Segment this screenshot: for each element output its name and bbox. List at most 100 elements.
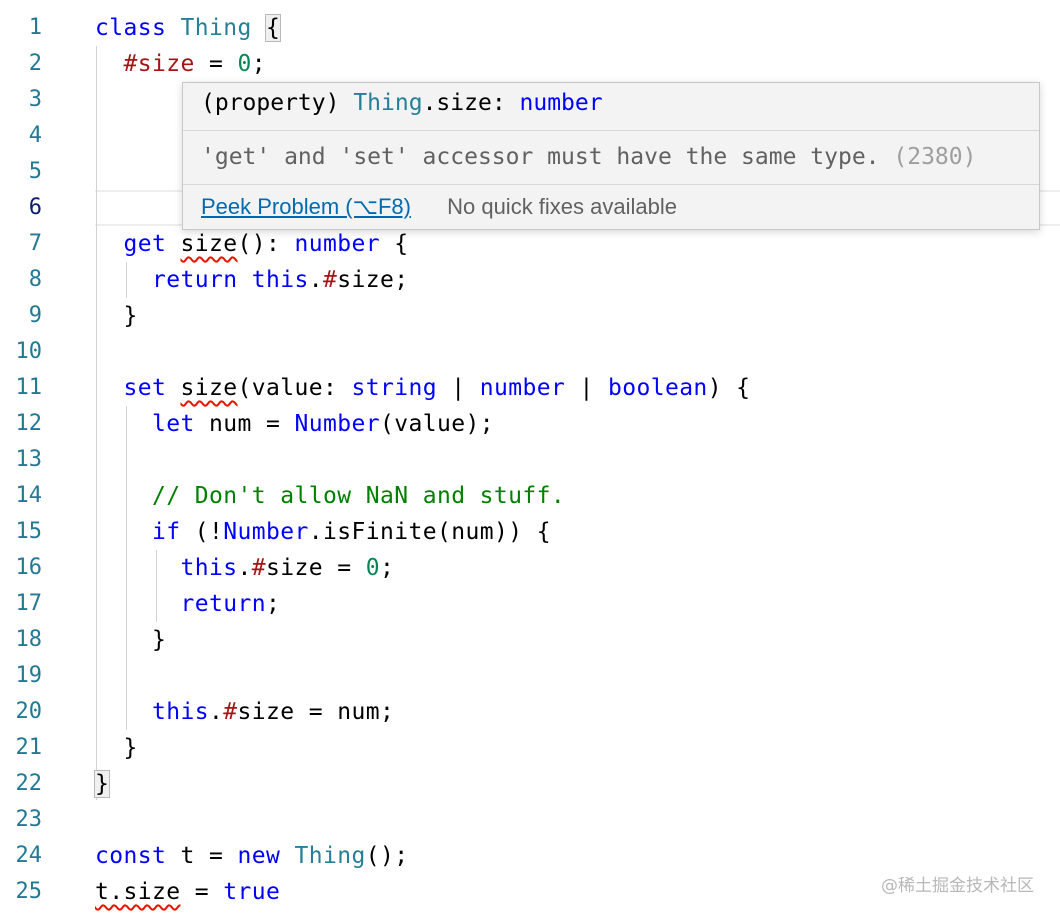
- line-number: 15: [15, 519, 43, 544]
- hover-actions: Peek Problem (⌥F8) No quick fixes availa…: [183, 184, 1039, 230]
- error-token: size: [180, 375, 238, 401]
- code-token: this: [180, 555, 238, 581]
- line-number: 7: [28, 231, 42, 256]
- code-line[interactable]: if (!Number.isFinite(num)) {: [95, 514, 551, 550]
- code-editor[interactable]: 1 2 3 4 5 6 7 8 9 10 11 12 13 14 15 16 17 18 19 20 21 22 23 24 2…: [0, 0, 1060, 918]
- code-line[interactable]: }: [95, 298, 138, 334]
- code-line[interactable]: this.#size = num;: [95, 694, 394, 730]
- code-token: 0: [237, 51, 252, 77]
- code-token: }: [95, 627, 167, 653]
- hover-sig-type: number: [519, 90, 603, 116]
- line-number: 6: [28, 195, 42, 220]
- code-token: num =: [194, 411, 295, 437]
- code-token: 0: [365, 555, 380, 581]
- line-number: 2: [28, 51, 42, 76]
- no-quick-fixes-label: No quick fixes available: [447, 194, 677, 219]
- code-token: size = num;: [237, 699, 395, 725]
- code-token: Thing: [180, 15, 252, 41]
- hover-signature: (property) Thing.size: number: [183, 83, 1039, 131]
- code-token: =: [194, 51, 238, 77]
- line-number: 10: [15, 339, 43, 364]
- code-token: =: [180, 879, 224, 905]
- code-line[interactable]: }: [95, 622, 166, 658]
- line-number: 20: [15, 699, 43, 724]
- code-token: .: [209, 699, 224, 725]
- code-token: ():: [237, 231, 295, 257]
- hover-widget: (property) Thing.size: number 'get' and …: [182, 82, 1040, 230]
- line-number: 23: [15, 807, 43, 832]
- code-token: const: [95, 843, 167, 869]
- code-line[interactable]: const t = new Thing();: [95, 838, 409, 874]
- error-code: (2380): [893, 144, 977, 170]
- code-token: if: [152, 519, 181, 545]
- code-token: |: [565, 375, 608, 401]
- code-token: }: [95, 303, 138, 329]
- code-line[interactable]: set size(value: string | number | boolea…: [95, 370, 751, 406]
- error-token: t.size: [95, 879, 181, 905]
- code-token: return: [180, 591, 266, 617]
- line-number: 8: [28, 267, 42, 292]
- line-number: 11: [15, 375, 43, 400]
- error-text: 'get' and 'set' accessor must have the s…: [201, 144, 880, 170]
- code-token: t =: [166, 843, 238, 869]
- line-number: 5: [28, 159, 42, 184]
- code-token: class: [95, 15, 181, 41]
- code-token: }: [95, 735, 138, 761]
- line-number: 18: [15, 627, 43, 652]
- matched-bracket: {: [264, 14, 282, 42]
- line-number: 17: [15, 591, 43, 616]
- line-number: 24: [15, 843, 43, 868]
- code-token: #: [251, 555, 266, 581]
- code-token: ;: [379, 555, 395, 581]
- line-number: 22: [15, 771, 43, 796]
- hover-sig-prop: .size:: [422, 90, 520, 116]
- line-number: 9: [28, 303, 42, 328]
- line-number: 13: [15, 447, 43, 472]
- line-number: 16: [15, 555, 43, 580]
- code-token: set: [123, 375, 167, 401]
- code-token: return: [152, 267, 238, 293]
- code-line[interactable]: #size = 0;: [95, 46, 266, 82]
- code-line[interactable]: }: [93, 766, 111, 802]
- code-token: number: [294, 231, 380, 257]
- code-token: (value:: [237, 375, 352, 401]
- code-line[interactable]: // Don't allow NaN and stuff.: [95, 478, 565, 514]
- code-token: ();: [365, 843, 409, 869]
- code-line[interactable]: this.#size = 0;: [95, 550, 394, 586]
- code-token: Number: [223, 519, 309, 545]
- code-line[interactable]: class Thing {: [95, 10, 282, 46]
- code-token: this: [251, 267, 309, 293]
- line-number: 3: [28, 87, 42, 112]
- code-token: get: [123, 231, 167, 257]
- code-token: {: [379, 231, 409, 257]
- code-token: new: [237, 843, 281, 869]
- code-line[interactable]: t.size = true: [95, 874, 280, 910]
- line-number: 21: [15, 735, 43, 760]
- code-token: let: [152, 411, 195, 437]
- code-line[interactable]: get size(): number {: [95, 226, 409, 262]
- code-line[interactable]: return;: [95, 586, 280, 622]
- code-token: Thing: [294, 843, 366, 869]
- peek-problem-link[interactable]: Peek Problem (⌥F8): [201, 194, 411, 219]
- code-token: .isFinite(num)) {: [308, 519, 551, 545]
- code-token: ;: [251, 51, 266, 77]
- code-line[interactable]: }: [95, 730, 138, 766]
- code-token: .: [308, 267, 323, 293]
- line-number: 19: [15, 663, 43, 688]
- hover-sig-prefix: (property): [201, 90, 354, 116]
- hover-error-message: 'get' and 'set' accessor must have the s…: [183, 130, 1039, 185]
- code-line[interactable]: return this.#size;: [95, 262, 408, 298]
- code-token: #: [322, 267, 338, 293]
- code-line[interactable]: let num = Number(value);: [95, 406, 494, 442]
- code-token: #size: [123, 51, 195, 77]
